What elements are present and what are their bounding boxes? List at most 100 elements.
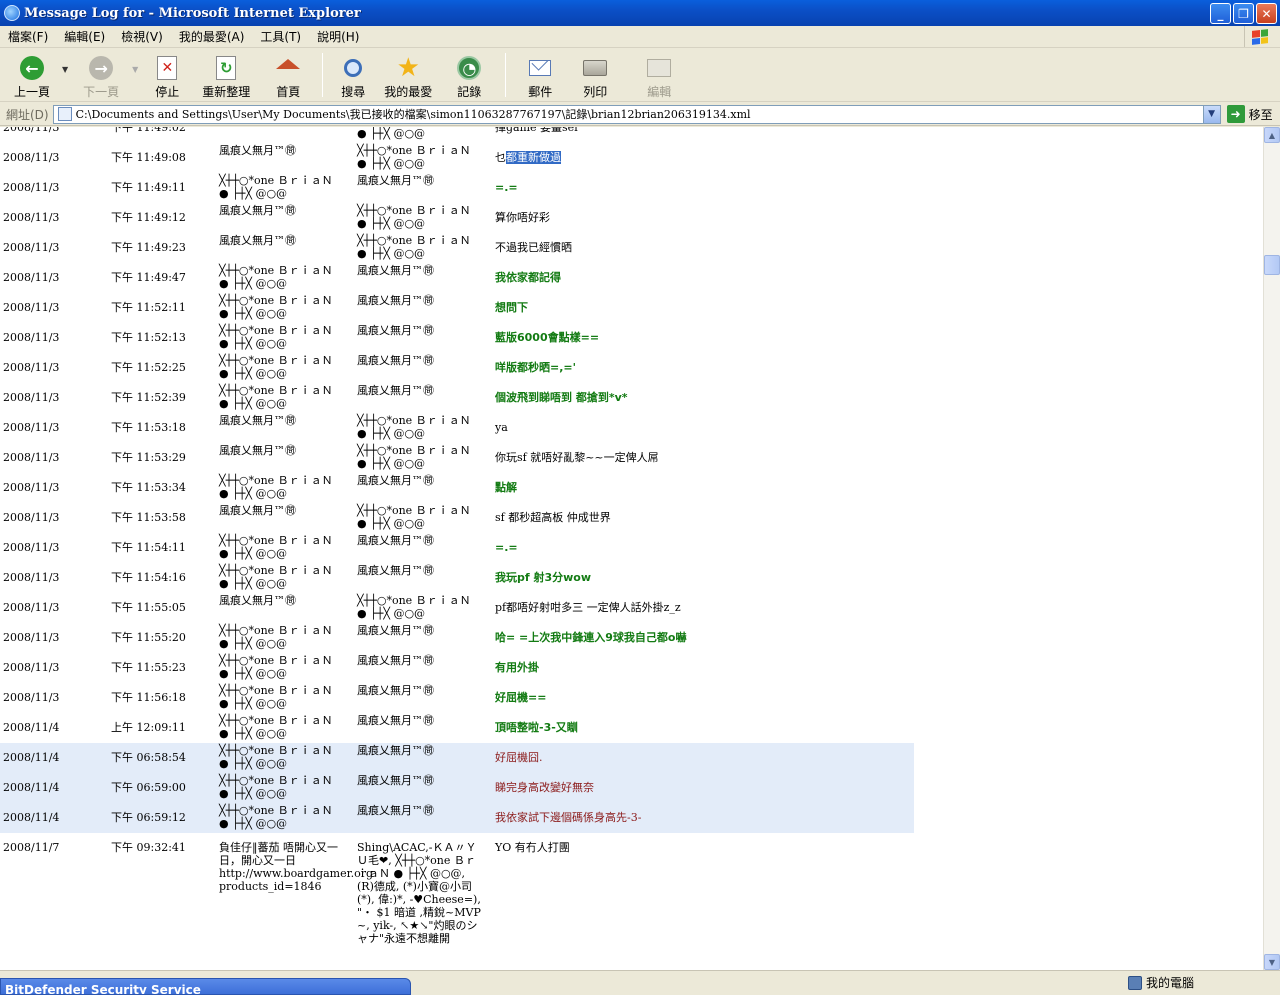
log-time: 下午 11:54:11: [111, 541, 186, 554]
menu-edit[interactable]: 編輯(E): [56, 28, 113, 45]
log-date: 2008/11/3: [3, 571, 60, 584]
log-time: 下午 11:53:58: [111, 511, 186, 524]
log-sender: ╳┼┼○*one ＢｒｉａＮ ● ├┼╳ @○@: [219, 774, 333, 800]
log-message: 我依家試下邊個碼係身高先-3-: [495, 811, 642, 824]
log-time: 下午 11:52:39: [111, 391, 186, 404]
log-message: 你玩sf 就唔好亂黎~~一定俾人屌: [495, 451, 659, 464]
back-dropdown-icon[interactable]: ▼: [62, 65, 68, 74]
back-arrow-icon: ←: [20, 56, 44, 80]
address-input[interactable]: C:\Documents and Settings\User\My Docume…: [52, 104, 1221, 124]
title-bar: Message Log for - Microsoft Internet Exp…: [0, 0, 1280, 26]
scroll-thumb[interactable]: [1264, 255, 1280, 275]
vertical-scrollbar[interactable]: ▲ ▼: [1263, 127, 1280, 970]
log-message: 我玩pf 射3分wow: [495, 571, 592, 584]
go-button[interactable]: ➜ 移至: [1226, 105, 1273, 123]
log-row: 2008/11/3 下午 11:56:18 ╳┼┼○*one ＢｒｉａＮ ● ├┼╳…: [0, 683, 914, 713]
log-recipient: Shing\ACAC,-ＫＡ〃ＹＵ毛❤, ╳┼┼○*one ＢｒｉａＮ ● ├┼…: [357, 841, 481, 945]
log-recipient: 風痕乂無月™㉄: [357, 564, 434, 577]
log-message: sf 都秒超高板 仲成世界: [495, 511, 611, 524]
log-sender: 風痕乂無月™㉄: [219, 504, 296, 517]
refresh-icon: ↻: [216, 56, 237, 80]
log-sender: ╳┼┼○*one ＢｒｉａＮ ● ├┼╳ @○@: [219, 624, 333, 650]
log-recipient: ╳┼┼○*one ＢｒｉａＮ ● ├┼╳ @○@: [357, 444, 471, 470]
toolbar-separator: [505, 53, 507, 97]
close-button[interactable]: ✕: [1256, 3, 1277, 24]
log-row: 2008/11/3 下午 11:53:58 風痕乂無月™㉄ ╳┼┼○*one Ｂｒｉａ…: [0, 503, 914, 533]
log-sender: 風痕乂無月™㉄: [219, 144, 296, 157]
minimize-button[interactable]: _: [1210, 3, 1231, 24]
log-recipient: 風痕乂無月™㉄: [357, 804, 434, 817]
favorites-button[interactable]: ★ 我的最愛: [377, 49, 439, 101]
log-sender: 風痕乂無月™㉄: [219, 444, 296, 457]
log-message: YO 有冇人打團: [495, 841, 570, 854]
forward-button[interactable]: → 下一頁: [72, 49, 130, 101]
log-sender: ╳┼┼○*one ＢｒｉａＮ ● ├┼╳ @○@: [219, 714, 333, 740]
log-date: 2008/11/3: [3, 391, 60, 404]
menu-help[interactable]: 說明(H): [309, 28, 367, 45]
menu-tools[interactable]: 工具(T): [252, 28, 309, 45]
log-row: 2008/11/4 下午 06:59:00 ╳┼┼○*one ＢｒｉａＮ ● ├┼╳…: [0, 773, 914, 803]
menu-file[interactable]: 檔案(F): [0, 28, 56, 45]
log-recipient: 風痕乂無月™㉄: [357, 354, 434, 367]
window-title: Message Log for - Microsoft Internet Exp…: [24, 5, 361, 21]
log-row: 2008/11/3 下午 11:49:12 風痕乂無月™㉄ ╳┼┼○*one Ｂｒｉａ…: [0, 203, 914, 233]
log-message: ya: [495, 421, 508, 434]
home-icon: [276, 59, 301, 69]
log-message-prefix: 乜: [495, 151, 506, 164]
log-time: 下午 11:53:29: [111, 451, 186, 464]
log-recipient: 風痕乂無月™㉄: [357, 684, 434, 697]
log-date: 2008/11/3: [3, 661, 60, 674]
refresh-button[interactable]: ↻ 重新整理: [192, 49, 260, 101]
scroll-up-icon[interactable]: ▲: [1264, 127, 1280, 143]
history-button[interactable]: ◔ 記錄: [439, 49, 499, 101]
log-sender: ╳┼┼○*one ＢｒｉａＮ ● ├┼╳ @○@: [219, 264, 333, 290]
menu-favorites[interactable]: 我的最愛(A): [171, 28, 253, 45]
log-time: 下午 11:54:16: [111, 571, 186, 584]
taskbar-item[interactable]: BitDefender Security Service: [0, 978, 411, 995]
log-time: 下午 11:52:13: [111, 331, 186, 344]
log-recipient: 風痕乂無月™㉄: [357, 174, 434, 187]
forward-dropdown-icon[interactable]: ▼: [132, 65, 138, 74]
edit-button[interactable]: 編輯: [626, 49, 692, 101]
log-time: 下午 11:49:11: [111, 181, 186, 194]
restore-button[interactable]: ❐: [1233, 3, 1254, 24]
log-recipient: 風痕乂無月™㉄: [357, 714, 434, 727]
log-date: 2008/11/4: [3, 751, 60, 764]
search-button[interactable]: 搜尋: [329, 49, 377, 101]
log-time: 下午 06:58:54: [111, 751, 186, 764]
log-message: 有用外掛: [495, 661, 539, 674]
address-dropdown-icon[interactable]: ▼: [1202, 105, 1220, 123]
my-computer-icon: [1128, 975, 1142, 990]
log-sender: ╳┼┼○*one ＢｒｉａＮ ● ├┼╳ @○@: [219, 384, 333, 410]
print-button[interactable]: 列印: [568, 49, 622, 101]
log-message: 哈= =上次我中鋒連入9球我自己都o嚇: [495, 631, 687, 644]
log-message: 好屈機囧.: [495, 751, 543, 764]
log-recipient: 風痕乂無月™㉄: [357, 744, 434, 757]
scroll-down-icon[interactable]: ▼: [1264, 954, 1280, 970]
log-row: 2008/11/3 下午 11:54:11 ╳┼┼○*one ＢｒｉａＮ ● ├┼╳…: [0, 533, 914, 563]
home-button[interactable]: 首頁: [260, 49, 316, 101]
log-time: 下午 11:49:47: [111, 271, 186, 284]
log-sender: ╳┼┼○*one ＢｒｉａＮ ● ├┼╳ @○@: [219, 804, 333, 830]
log-recipient: 風痕乂無月™㉄: [357, 324, 434, 337]
log-date: 2008/11/7: [3, 841, 60, 854]
log-sender: 風痕乂無月™㉄: [219, 234, 296, 247]
log-sender: ╳┼┼○*one ＢｒｉａＮ ● ├┼╳ @○@: [219, 684, 333, 710]
log-sender: 負佳仔‖蕃茄 唔開心又一日，開心又一日 http://www.boardgame…: [219, 841, 374, 893]
menu-view[interactable]: 檢視(V): [113, 28, 171, 45]
mail-button[interactable]: 郵件: [512, 49, 568, 101]
message-log-table: 2008/11/3 下午 11:49:02 風痕乂無月™㉄ ╳┼┼○*one Ｂｒｉａ…: [0, 127, 914, 970]
log-row: 2008/11/3 下午 11:49:47 ╳┼┼○*one ＢｒｉａＮ ● ├┼╳…: [0, 263, 914, 293]
log-row: 2008/11/3 下午 11:49:23 風痕乂無月™㉄ ╳┼┼○*one Ｂｒｉａ…: [0, 233, 914, 263]
log-time: 下午 11:49:08: [111, 151, 186, 164]
log-date: 2008/11/3: [3, 691, 60, 704]
back-button[interactable]: ← 上一頁: [4, 49, 60, 101]
log-time: 下午 11:55:23: [111, 661, 186, 674]
log-sender: ╳┼┼○*one ＢｒｉａＮ ● ├┼╳ @○@: [219, 564, 333, 590]
address-label: 網址(D): [6, 107, 49, 122]
forward-arrow-icon: →: [89, 56, 114, 80]
log-message: 藍版6000會點樣==: [495, 331, 600, 344]
stop-button[interactable]: ✕ 停止: [142, 49, 192, 101]
log-row: 2008/11/3 下午 11:55:20 ╳┼┼○*one ＢｒｉａＮ ● ├┼╳…: [0, 623, 914, 653]
log-time: 下午 11:56:18: [111, 691, 186, 704]
